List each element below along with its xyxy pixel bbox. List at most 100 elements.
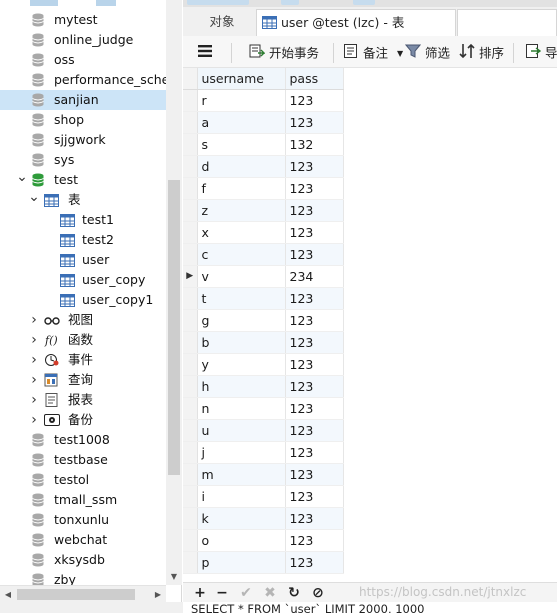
tree-item-database[interactable]: zby (0, 570, 166, 585)
cell-username[interactable]: o (197, 529, 286, 552)
row-indicator[interactable] (183, 287, 198, 310)
tree-item-table[interactable]: user_copy1 (0, 290, 166, 310)
row-indicator[interactable] (183, 441, 198, 464)
row-indicator[interactable] (183, 111, 198, 134)
cell-pass[interactable]: 123 (285, 199, 344, 222)
tree-item-database[interactable]: sjjgwork (0, 130, 166, 150)
table-row[interactable]: j 123 (183, 441, 344, 464)
table-row[interactable]: y 123 (183, 353, 344, 376)
row-indicator[interactable] (183, 397, 198, 420)
delete-record-button[interactable]: − (213, 584, 231, 602)
row-indicator[interactable] (183, 199, 198, 222)
cell-pass[interactable]: 123 (285, 463, 344, 486)
row-indicator[interactable] (183, 89, 198, 112)
tab-objects[interactable]: 对象 (189, 9, 255, 36)
table-row[interactable]: t 123 (183, 287, 344, 310)
tree-item-group[interactable]: › 报表 (0, 390, 166, 410)
chevron-right-icon[interactable]: › (28, 390, 40, 410)
cell-pass[interactable]: 123 (285, 353, 344, 376)
cell-username[interactable]: h (197, 375, 286, 398)
cell-pass[interactable]: 123 (285, 309, 344, 332)
row-indicator[interactable] (183, 309, 198, 332)
row-indicator[interactable] (183, 221, 198, 244)
row-indicator[interactable] (183, 551, 198, 574)
cell-pass[interactable]: 123 (285, 529, 344, 552)
apply-changes-button[interactable]: ✔ (237, 584, 255, 602)
cell-username[interactable]: m (197, 463, 286, 486)
cell-pass[interactable]: 234 (285, 265, 344, 288)
data-grid[interactable]: username pass r 123 a 123 s 132 d 123 f 123 z 123 x 1… (183, 68, 557, 582)
table-row[interactable]: f 123 (183, 177, 344, 200)
tree-item-group[interactable]: › 事件 (0, 350, 166, 370)
navigator-hscroll-thumb[interactable] (17, 589, 135, 600)
cell-username[interactable]: c (197, 243, 286, 266)
chevron-down-icon[interactable]: ⌄ (16, 170, 28, 190)
import-button[interactable]: 导 (525, 43, 557, 63)
row-indicator[interactable] (183, 177, 198, 200)
cell-pass[interactable]: 123 (285, 243, 344, 266)
cell-pass[interactable]: 132 (285, 133, 344, 156)
table-row[interactable]: ▶ v 234 (183, 265, 344, 288)
table-row[interactable]: d 123 (183, 155, 344, 178)
cell-username[interactable]: i (197, 485, 286, 508)
tree-item-database[interactable]: xksysdb (0, 550, 166, 570)
tree-item-database[interactable]: test1008 (0, 430, 166, 450)
tree-item-database[interactable]: online_judge (0, 30, 166, 50)
tree-item-table[interactable]: test1 (0, 210, 166, 230)
table-row[interactable]: b 123 (183, 331, 344, 354)
tree-item-database[interactable]: oss (0, 50, 166, 70)
navigator-horizontal-scrollbar[interactable]: ◀ ▶ (0, 585, 166, 602)
cell-username[interactable]: y (197, 353, 286, 376)
scroll-left-arrow-icon[interactable]: ◀ (0, 586, 16, 603)
table-row[interactable]: m 123 (183, 463, 344, 486)
row-indicator[interactable] (183, 155, 198, 178)
cell-pass[interactable]: 123 (285, 155, 344, 178)
current-row-pointer-icon[interactable]: ▶ (183, 265, 198, 288)
cell-username[interactable]: t (197, 287, 286, 310)
column-header-pass[interactable]: pass (285, 68, 344, 90)
navigator-vscroll-thumb[interactable] (168, 180, 180, 475)
row-indicator[interactable] (183, 485, 198, 508)
tree-item-database[interactable]: testbase (0, 450, 166, 470)
tree-item-group[interactable]: › 备份 (0, 410, 166, 430)
tree-item-table[interactable]: test2 (0, 230, 166, 250)
table-row[interactable]: n 123 (183, 397, 344, 420)
cell-pass[interactable]: 123 (285, 89, 344, 112)
cell-username[interactable]: x (197, 221, 286, 244)
row-indicator[interactable] (183, 529, 198, 552)
tree-item-database[interactable]: webchat (0, 530, 166, 550)
tree-item-database[interactable]: mytest (0, 10, 166, 30)
table-row[interactable]: h 123 (183, 375, 344, 398)
cell-pass[interactable]: 123 (285, 485, 344, 508)
row-indicator[interactable] (183, 507, 198, 530)
tree-item-database[interactable]: ⌄ test (0, 170, 166, 190)
add-record-button[interactable]: + (191, 584, 209, 602)
tree-item-database[interactable]: tonxunlu (0, 510, 166, 530)
cell-pass[interactable]: 123 (285, 111, 344, 134)
cell-pass[interactable]: 123 (285, 441, 344, 464)
cell-pass[interactable]: 123 (285, 221, 344, 244)
table-row[interactable]: o 123 (183, 529, 344, 552)
scroll-down-arrow-icon[interactable]: ▼ (166, 569, 182, 585)
navigator-tree[interactable]: mytest online_judge oss performance_schen sa… (0, 10, 166, 585)
menu-button[interactable] (197, 43, 217, 63)
tree-item-database[interactable]: performance_schen (0, 70, 166, 90)
row-indicator[interactable] (183, 133, 198, 156)
column-header-username[interactable]: username (197, 68, 286, 90)
row-indicator[interactable] (183, 353, 198, 376)
row-indicator[interactable] (183, 463, 198, 486)
row-indicator[interactable] (183, 243, 198, 266)
tree-item-table[interactable]: user_copy (0, 270, 166, 290)
cell-pass[interactable]: 123 (285, 177, 344, 200)
cell-username[interactable]: k (197, 507, 286, 530)
table-row[interactable]: r 123 (183, 89, 344, 112)
tree-item-group[interactable]: › f() 函数 (0, 330, 166, 350)
memo-button[interactable]: 备注 ▼ (343, 43, 403, 63)
tree-item-database[interactable]: sanjian (0, 90, 166, 110)
cell-username[interactable]: p (197, 551, 286, 574)
tab-user-table[interactable]: user @test (lzc) - 表 (256, 9, 456, 36)
chevron-right-icon[interactable]: › (28, 310, 40, 330)
tree-item-database[interactable]: tmall_ssm (0, 490, 166, 510)
table-row[interactable]: s 132 (183, 133, 344, 156)
discard-changes-button[interactable]: ✖ (261, 584, 279, 602)
